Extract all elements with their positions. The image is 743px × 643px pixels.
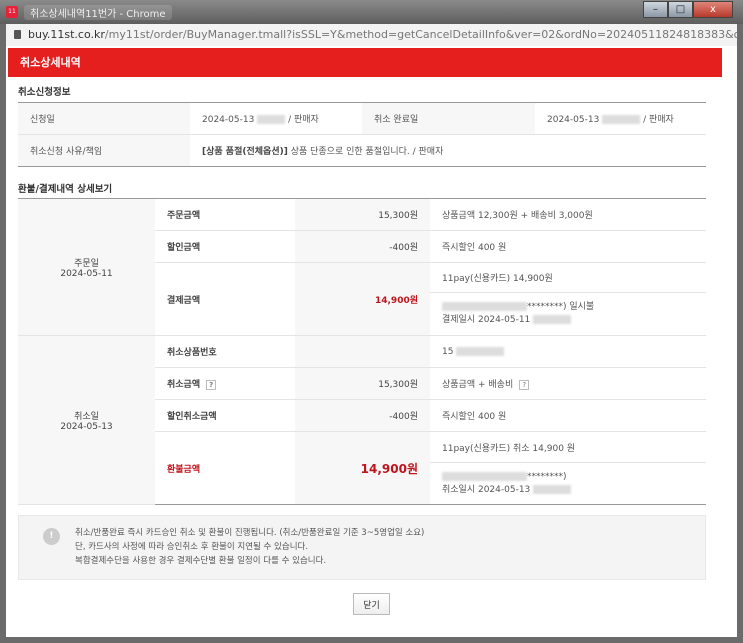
notice-box: ! 취소/반품완료 즉시 카드승인 취소 및 환불이 진행됩니다. (취소/반품… bbox=[18, 515, 706, 580]
reason-label: 취소신청 사유/책임 bbox=[18, 134, 190, 167]
url-host: buy.11st.co.kr bbox=[28, 28, 105, 41]
empty-cell bbox=[295, 335, 430, 368]
notice-line: 단, 카드사의 사정에 따라 승인취소 후 환불이 지연될 수 있습니다. bbox=[75, 542, 309, 552]
window-titlebar: 11 취소상세내역11번가 - Chrome – □ x bbox=[0, 0, 743, 24]
order-amount: 15,300원 bbox=[295, 198, 430, 231]
address-bar[interactable]: buy.11st.co.kr/my11st/order/BuyManager.t… bbox=[6, 24, 737, 46]
refund-card-info: ********) 취소일시 2024-05-13 bbox=[430, 462, 706, 505]
refund-amount: 14,900원 bbox=[295, 431, 430, 505]
help-icon[interactable]: ? bbox=[206, 380, 217, 390]
refund-label: 환불금액 bbox=[155, 431, 295, 505]
cancel-product-no: 15 bbox=[430, 335, 706, 368]
help-icon[interactable]: ? bbox=[519, 380, 530, 390]
payment-card-info: ********) 일시불 결제일시 2024-05-11 bbox=[430, 292, 706, 336]
refund-detail-table: 주문일 2024-05-11 주문금액 15,300원 상품금액 12,300원 … bbox=[18, 198, 706, 505]
cancel-amount: 15,300원 bbox=[295, 367, 430, 400]
notice-line: 취소/반품완료 즉시 카드승인 취소 및 환불이 진행됩니다. (취소/반품완료… bbox=[75, 528, 425, 538]
lock-icon bbox=[14, 30, 21, 39]
complete-date-label: 취소 완료일 bbox=[362, 102, 535, 135]
discount-cancel-label: 할인취소금액 bbox=[155, 399, 295, 432]
reason-value: [상품 품절(전체옵션)] 상품 단종으로 인한 품절입니다. / 판매자 bbox=[190, 134, 706, 167]
discount-desc: 즉시할인 400 원 bbox=[430, 230, 706, 263]
cancel-amount-desc: 상품금액 + 배송비? bbox=[430, 367, 706, 400]
order-date-cell: 주문일 2024-05-11 bbox=[18, 198, 155, 336]
order-amount-desc: 상품금액 12,300원 + 배송비 3,000원 bbox=[430, 198, 706, 231]
apply-date-label: 신청일 bbox=[18, 102, 190, 135]
payment-label: 결제금액 bbox=[155, 262, 295, 336]
discount-label: 할인금액 bbox=[155, 230, 295, 263]
table-row: 신청일 2024-05-13 / 판매자 취소 완료일 2024-05-13 /… bbox=[18, 102, 706, 135]
discount-cancel-amount: -400원 bbox=[295, 399, 430, 432]
payment-amount: 14,900원 bbox=[295, 262, 430, 336]
section-title-detail: 환불/결제내역 상세보기 bbox=[18, 184, 113, 195]
complete-date-value: 2024-05-13 / 판매자 bbox=[535, 102, 706, 135]
popup-content: 취소상세내역 취소신청정보 신청일 2024-05-13 / 판매자 취소 완료… bbox=[6, 46, 737, 637]
11st-logo-icon: 11 bbox=[6, 6, 18, 18]
discount-cancel-desc: 즉시할인 400 원 bbox=[430, 399, 706, 432]
refund-method: 11pay(신용카드) 취소 14,900 원 bbox=[430, 431, 706, 463]
table-row: 취소일 2024-05-13 취소상품번호 15 bbox=[18, 335, 706, 505]
table-row: 주문일 2024-05-11 주문금액 15,300원 상품금액 12,300원 … bbox=[18, 198, 706, 336]
close-button[interactable]: 닫기 bbox=[353, 593, 390, 615]
cancel-date-cell: 취소일 2024-05-13 bbox=[18, 335, 155, 505]
page-title: 취소상세내역 bbox=[8, 48, 722, 77]
discount-amount: -400원 bbox=[295, 230, 430, 263]
payment-method: 11pay(신용카드) 14,900원 bbox=[430, 262, 706, 293]
notice-line: 복합결제수단을 사용한 경우 결제수단별 환불 일정이 다를 수 있습니다. bbox=[75, 556, 327, 566]
cancel-product-no-label: 취소상품번호 bbox=[155, 335, 295, 368]
request-info-table: 신청일 2024-05-13 / 판매자 취소 완료일 2024-05-13 /… bbox=[18, 102, 706, 167]
close-window-button[interactable]: x bbox=[693, 1, 733, 18]
window-title: 취소상세내역11번가 - Chrome bbox=[24, 5, 172, 20]
maximize-button[interactable]: □ bbox=[668, 1, 693, 18]
apply-date-value: 2024-05-13 / 판매자 bbox=[190, 102, 362, 135]
order-amount-label: 주문금액 bbox=[155, 198, 295, 231]
minimize-button[interactable]: – bbox=[643, 1, 668, 18]
info-icon: ! bbox=[43, 528, 60, 545]
table-row: 취소신청 사유/책임 [상품 품절(전체옵션)] 상품 단종으로 인한 품절입니… bbox=[18, 134, 706, 167]
url-path: /my11st/order/BuyManager.tmall?isSSL=Y&m… bbox=[104, 28, 737, 41]
section-title-request: 취소신청정보 bbox=[18, 87, 71, 98]
cancel-amount-label: 취소금액? bbox=[155, 367, 295, 400]
